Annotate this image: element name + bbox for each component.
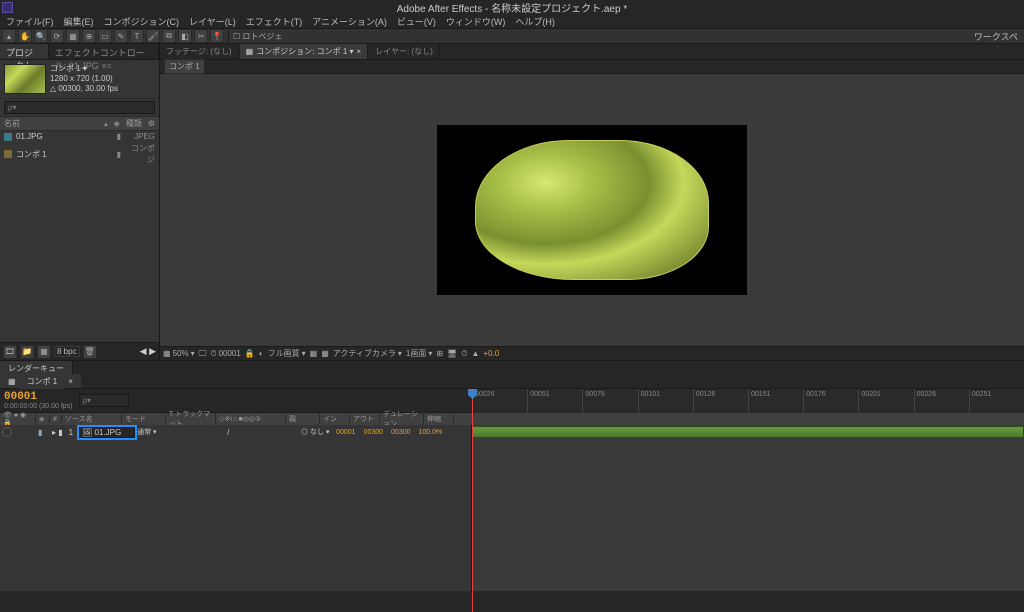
camera-dropdown[interactable]: アクティブカメラ ▾ xyxy=(333,348,402,359)
views-dropdown[interactable]: 1画面 ▾ xyxy=(406,348,432,359)
project-item-comp[interactable]: コンポ 1 ▮ コンポジ xyxy=(0,142,159,166)
comp-icon xyxy=(4,150,12,158)
timeline-comp-tab[interactable]: ▦ コンポ 1 × xyxy=(0,374,81,388)
camera-tool-icon[interactable]: ▦ xyxy=(66,29,80,43)
new-comp-icon[interactable]: ▦ xyxy=(37,345,51,359)
composition-tab[interactable]: ▦コンポジション: コンポ 1 ▾× xyxy=(240,44,369,59)
footage-tab[interactable]: フッテージ: (なし) xyxy=(160,44,239,59)
bpc-toggle[interactable]: 8 bpc xyxy=(54,346,80,357)
rotobezier-label: ☐ ロトベジェ xyxy=(233,31,282,42)
trash-icon[interactable]: 🗑 xyxy=(83,345,97,359)
project-panel: プロジェクト エフェクトコントロール: 01.JPG▾≡ コンポ 1 ▾ 128… xyxy=(0,44,160,360)
workspace-label[interactable]: ワークスペ xyxy=(974,30,1022,43)
render-queue-bar: レンダーキュー xyxy=(0,360,1024,374)
zoom-tool-icon[interactable]: 🔍 xyxy=(34,29,48,43)
anchor-tool-icon[interactable]: ⊕ xyxy=(82,29,96,43)
pen-tool-icon[interactable]: ✎ xyxy=(114,29,128,43)
resolution-dropdown[interactable]: フル画質 ▾ xyxy=(268,348,306,359)
menu-view[interactable]: ビュー(V) xyxy=(393,14,440,29)
zoom-dropdown[interactable]: ▦ 50% ▾ xyxy=(163,349,195,358)
interpret-icon[interactable]: 🎞 xyxy=(3,345,17,359)
viewer-panel: フッテージ: (なし) ▦コンポジション: コンポ 1 ▾× レイヤー: (なし… xyxy=(160,44,1024,360)
current-timecode[interactable]: 00001 xyxy=(4,391,73,403)
viewer-breadcrumb[interactable]: コンポ 1 xyxy=(164,59,205,74)
selection-tool-icon[interactable]: ▴ xyxy=(2,29,16,43)
project-thumbnail xyxy=(4,64,46,94)
exposure-value[interactable]: +0.0 xyxy=(483,349,499,358)
text-tool-icon[interactable]: T xyxy=(130,29,144,43)
menu-file[interactable]: ファイル(F) xyxy=(2,14,58,29)
title-bar: Adobe After Effects - 名称未設定プロジェクト.aep * xyxy=(0,0,1024,14)
blend-mode-dropdown[interactable]: 通常 ▾ xyxy=(137,427,177,437)
window-title: Adobe After Effects - 名称未設定プロジェクト.aep * xyxy=(397,0,627,15)
menu-layer[interactable]: レイヤー(L) xyxy=(185,14,240,29)
project-thumb-info: コンポ 1 ▾ 1280 x 720 (1.00) △ 00300, 30.00… xyxy=(50,64,118,94)
effect-controls-tab[interactable]: エフェクトコントロール: 01.JPG▾≡ xyxy=(49,44,159,59)
clone-tool-icon[interactable]: ⧉ xyxy=(162,29,176,43)
project-item-image[interactable]: 01.JPG ▮ JPEG xyxy=(0,131,159,142)
puppet-tool-icon[interactable]: 📍 xyxy=(210,29,224,43)
layer-name-field[interactable]: 🖼 01.JPG xyxy=(79,427,135,438)
roto-tool-icon[interactable]: ✂ xyxy=(194,29,208,43)
timecode-sub: 0:00:00:00 (30.00 fps) xyxy=(4,403,73,410)
composition-frame xyxy=(437,125,747,295)
project-tab[interactable]: プロジェクト xyxy=(0,44,49,59)
timeline-panel: ▦ コンポ 1 × 00001 0:00:00:00 (30.00 fps) ⧉… xyxy=(0,374,1024,591)
project-col-name[interactable]: 名前 xyxy=(4,118,20,129)
menu-edit[interactable]: 編集(E) xyxy=(60,14,98,29)
timeline-search-input[interactable] xyxy=(79,394,129,407)
frame-display[interactable]: ⏱ 00001 xyxy=(210,349,241,359)
menu-effect[interactable]: エフェクト(T) xyxy=(242,14,307,29)
menu-bar: ファイル(F) 編集(E) コンポジション(C) レイヤー(L) エフェクト(T… xyxy=(0,14,1024,28)
visibility-toggle[interactable] xyxy=(2,427,12,437)
menu-animation[interactable]: アニメーション(A) xyxy=(308,14,391,29)
rotate-tool-icon[interactable]: ⟳ xyxy=(50,29,64,43)
app-icon xyxy=(2,2,13,13)
menu-composition[interactable]: コンポジション(C) xyxy=(100,14,184,29)
project-col-type[interactable]: 種類 xyxy=(126,118,142,129)
hand-tool-icon[interactable]: ✋ xyxy=(18,29,32,43)
masked-layer[interactable] xyxy=(475,140,709,280)
shape-tool-icon[interactable]: ▭ xyxy=(98,29,112,43)
eraser-tool-icon[interactable]: ◧ xyxy=(178,29,192,43)
playhead[interactable] xyxy=(472,389,473,612)
menu-help[interactable]: ヘルプ(H) xyxy=(511,14,559,29)
project-search-input[interactable] xyxy=(4,101,155,114)
menu-window[interactable]: ウィンドウ(W) xyxy=(442,14,510,29)
layer-tab[interactable]: レイヤー: (なし) xyxy=(369,44,440,59)
image-icon xyxy=(4,133,12,141)
folder-icon[interactable]: 📁 xyxy=(20,345,34,359)
project-footer: 🎞 📁 ▦ 8 bpc 🗑 ◀ ▶ xyxy=(0,342,159,360)
render-queue-tab[interactable]: レンダーキュー xyxy=(0,361,73,374)
canvas-area[interactable] xyxy=(160,74,1024,346)
time-ruler[interactable]: 00026 00051 00076 00101 00126 00151 0017… xyxy=(472,389,1024,413)
layer-track-bar[interactable] xyxy=(472,426,1024,438)
viewer-footer: ▦ 50% ▾ 🖵 ⏱ 00001 🔒◐ フル画質 ▾ ▦▦ アクティブカメラ … xyxy=(160,346,1024,360)
layer-row-1[interactable]: ▮ ▸ ▮ 1 🖼 01.JPG 通常 ▾ / ◎ なし ▾ 00001 003… xyxy=(0,425,471,439)
brush-tool-icon[interactable]: 🖌 xyxy=(146,29,160,43)
tool-bar: ▴ ✋ 🔍 ⟳ ▦ ⊕ ▭ ✎ T 🖌 ⧉ ◧ ✂ 📍 ☐ ロトベジェ ワークス… xyxy=(0,28,1024,44)
